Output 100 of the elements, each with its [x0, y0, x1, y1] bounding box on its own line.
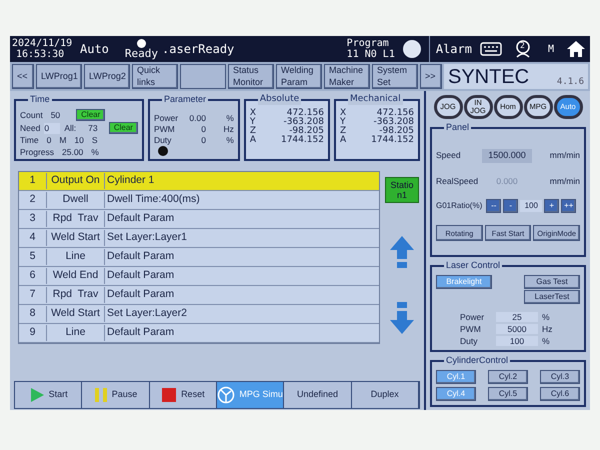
program-label: Program [346, 38, 390, 49]
count-value: 50 [50, 110, 60, 120]
parameter-value: 0 [200, 124, 206, 135]
table-cell: 6 [19, 268, 47, 284]
ready-text: Ready [124, 48, 158, 59]
parameter-value: 0.00 [188, 113, 206, 124]
axis-label: Z [340, 127, 346, 136]
table-row[interactable]: 5 Line Default Param [19, 248, 379, 267]
brand-text: SYNTEC [448, 65, 530, 89]
down-arrow-icon[interactable] [389, 301, 415, 335]
table-cell: Line [47, 325, 105, 341]
home-icon[interactable] [566, 40, 586, 58]
all-value: 73 [88, 122, 98, 134]
play-icon [28, 387, 45, 403]
version-text: 4.1.6 [556, 76, 584, 88]
real-speed-value: 0.000 [495, 174, 519, 188]
laser-value: 5000 [496, 324, 538, 334]
laser-button[interactable]: Gas Test [524, 275, 580, 289]
unit-text: Hz [542, 324, 552, 334]
table-cell: 8 [19, 306, 47, 322]
table-row[interactable]: 9 Line Default Param [19, 324, 379, 343]
axis-value: 472.156 [286, 109, 324, 118]
clear-button[interactable]: Clear [76, 109, 106, 121]
program-line-text: 11 N0 L1 [346, 49, 395, 60]
function-button[interactable]: Reset [150, 382, 217, 408]
table-cell: Rpd Trav [47, 287, 105, 303]
speed-label: Speed [436, 149, 462, 162]
ratio-button[interactable]: -- [486, 199, 502, 214]
minutes-value: 0 [46, 135, 52, 146]
all-label: All: [64, 122, 76, 134]
need-label: Need [20, 122, 40, 134]
laser-control-title: Laser Control [444, 260, 502, 271]
nav-button[interactable]: Machine Maker [324, 64, 370, 89]
clear-button[interactable]: Clear [108, 122, 138, 134]
axis-value: 1744.152 [280, 136, 324, 145]
axis-label: X [250, 109, 256, 118]
table-cell: Rpd Trav [47, 211, 105, 227]
laser-button[interactable]: LaserTest [524, 290, 580, 304]
nav-button[interactable]: Quick links [132, 64, 178, 89]
cylinder-button[interactable]: Cyl.3 [540, 370, 580, 384]
function-button[interactable]: Start [15, 382, 82, 408]
table-cell: Weld End [47, 268, 105, 284]
function-button[interactable]: Pause [82, 382, 150, 408]
seconds-unit: S [92, 135, 98, 146]
station-button[interactable]: Station1 [385, 177, 419, 203]
nav-button[interactable]: LWProg1 [36, 64, 82, 89]
up-arrow-icon[interactable] [389, 235, 415, 269]
table-cell-text: Set Layer:Layer1 [106, 230, 187, 246]
unit-text: mm/min [550, 149, 580, 162]
parameter-label: PWM [154, 124, 176, 135]
cylinder-button[interactable]: Cyl.6 [540, 387, 580, 401]
axis-label: Y [340, 118, 346, 127]
user-icon[interactable] [514, 40, 532, 58]
function-button[interactable]: Duplex [352, 382, 419, 408]
axis-value: -363.208 [374, 118, 414, 127]
table-cell-text: Default Param [106, 249, 174, 264]
parameter-title: Parameter [162, 94, 208, 105]
cylinder-button[interactable]: Cyl.2 [488, 370, 528, 384]
nav-button[interactable]: Status Monitor [228, 64, 274, 89]
function-button[interactable]: Undefined [284, 382, 352, 408]
table-cell: Weld Start [47, 306, 105, 322]
unit-text: % [542, 312, 550, 322]
laser-value: 100 [496, 336, 538, 346]
laser-label: PWM [460, 324, 482, 334]
nav-button[interactable]: >> [420, 64, 442, 89]
parameter-label: Duty [154, 135, 172, 146]
ratio-button[interactable]: - [503, 199, 518, 214]
blank-nav-button[interactable] [180, 64, 226, 89]
table-cell-text: Default Param [106, 287, 174, 302]
table-row[interactable]: 1 Output On Cylinder 1 [19, 172, 379, 191]
table-cell-text: Dwell Time:400(ms) [106, 192, 200, 208]
keyboard-icon[interactable] [480, 42, 502, 56]
mode-text: Auto [80, 41, 109, 58]
table-row[interactable]: 8 Weld Start Set Layer:Layer2 [19, 305, 379, 324]
unit-text: mm/min [550, 174, 580, 188]
stop-icon [161, 387, 178, 403]
nav-button[interactable]: LWProg2 [84, 64, 130, 89]
nav-button[interactable]: << [12, 64, 34, 89]
axis-value: -98.205 [289, 127, 324, 136]
pause-icon [94, 387, 108, 403]
cylinder-button[interactable]: Cyl.5 [488, 387, 528, 401]
table-row[interactable]: 2 Dwell Dwell Time:400(ms) [19, 191, 379, 210]
ratio-value: 100 [520, 200, 542, 212]
unit-text: % [226, 135, 234, 146]
real-speed-label: RealSpeed [436, 174, 480, 188]
unit-text: % [542, 336, 550, 346]
table-row[interactable]: 3 Rpd Trav Default Param [19, 210, 379, 229]
table-row[interactable]: 7 Rpd Trav Default Param [19, 286, 379, 305]
nav-button[interactable]: Welding Param [276, 64, 322, 89]
table-row[interactable]: 6 Weld End Default Param [19, 267, 379, 286]
table-cell: Output On [47, 173, 105, 189]
table-cell-text: Default Param [106, 268, 174, 284]
coordinates-title: Mechanical [348, 94, 403, 105]
ratio-button[interactable]: ++ [561, 199, 576, 214]
count-label: Count [20, 110, 43, 120]
ratio-button[interactable]: + [544, 199, 560, 214]
m-text: M [548, 42, 554, 56]
need-value: 0 [44, 122, 60, 134]
nav-button[interactable]: System Set [372, 64, 418, 89]
table-row[interactable]: 4 Weld Start Set Layer:Layer1 [19, 229, 379, 248]
